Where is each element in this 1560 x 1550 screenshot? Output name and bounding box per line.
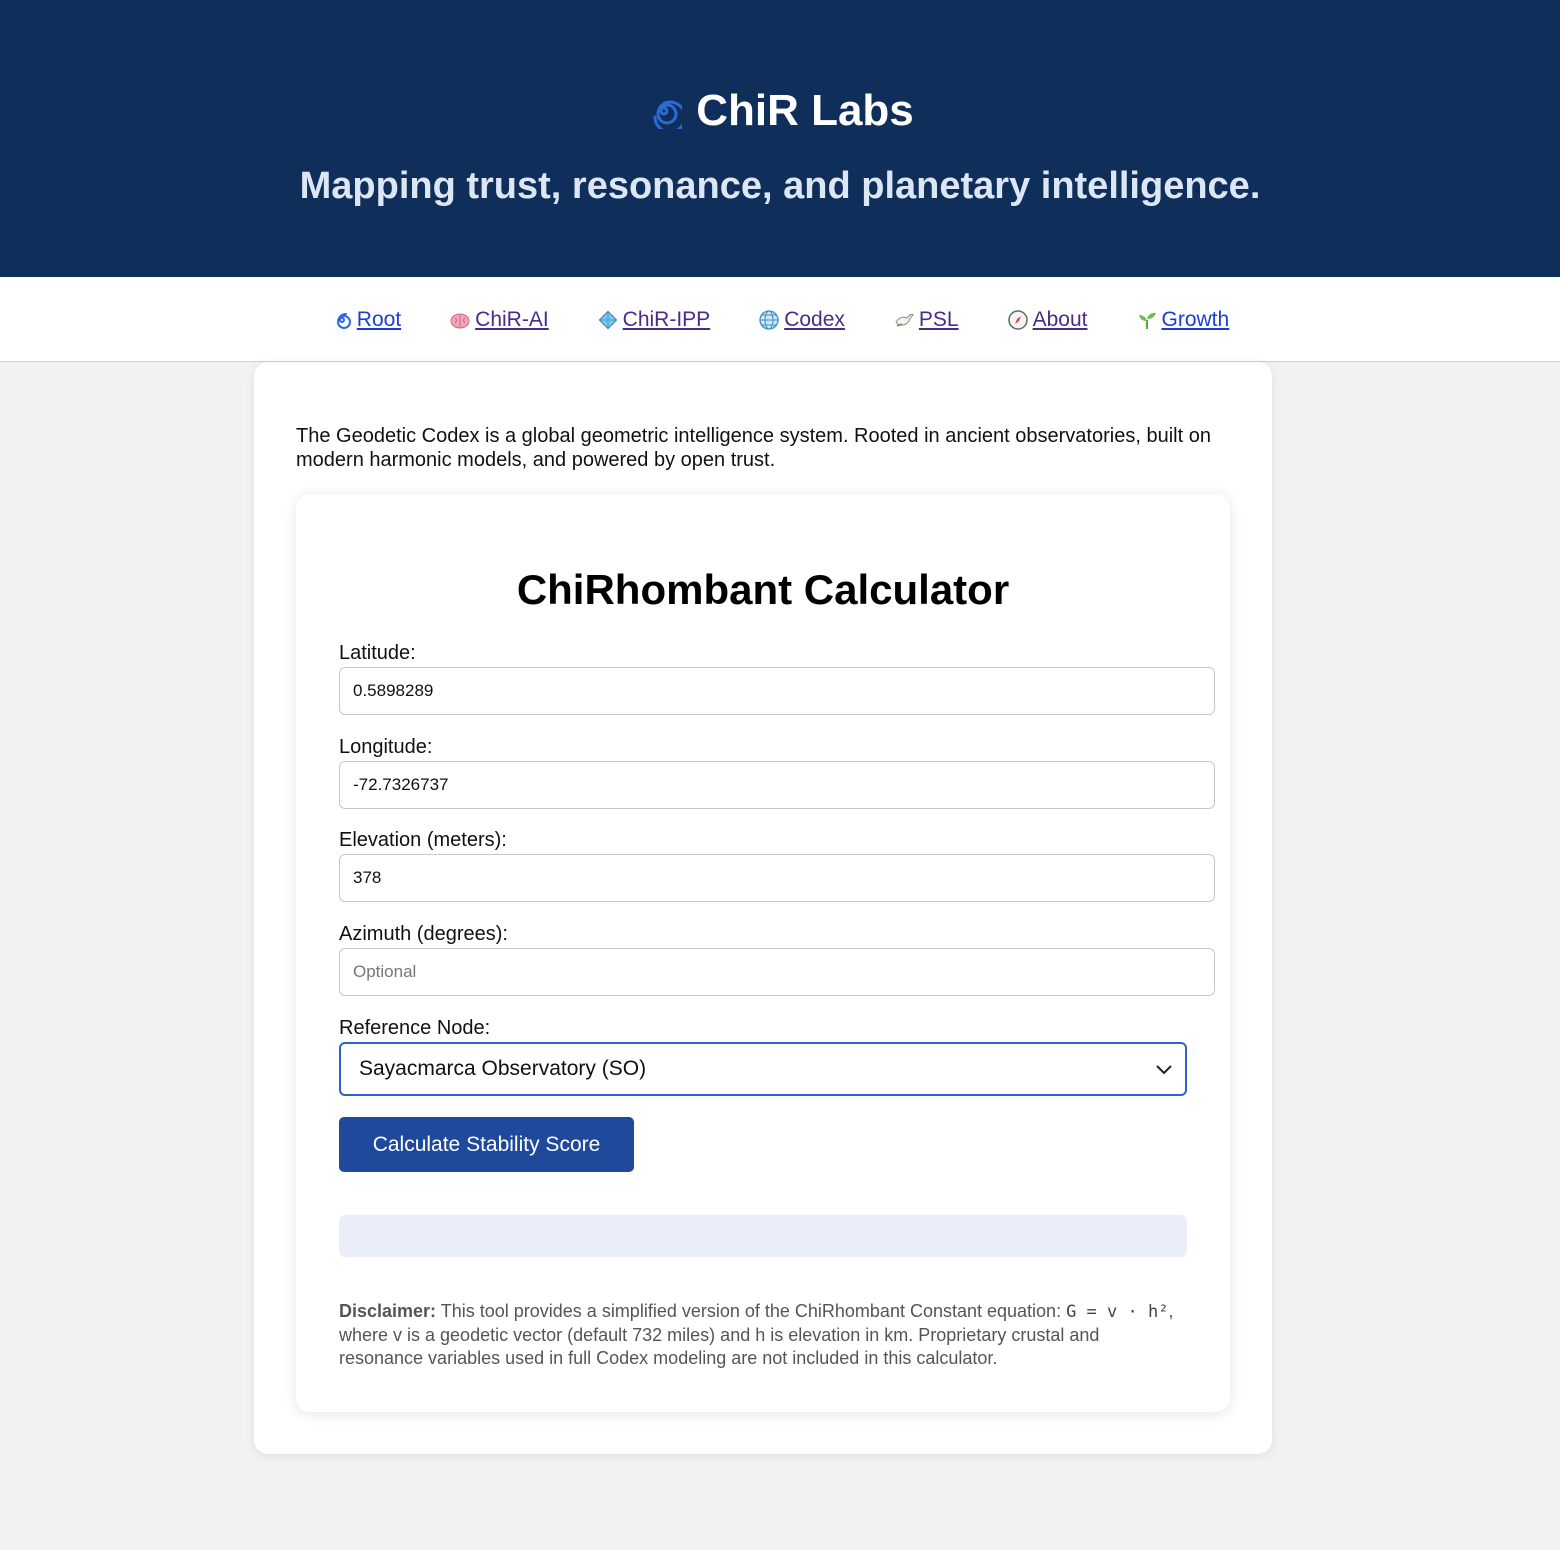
nav-label: About <box>1032 308 1088 331</box>
disclaimer-text-1: This tool provides a simplified version … <box>436 1301 1067 1321</box>
dove-icon <box>895 313 914 327</box>
nav-link-root[interactable]: Root <box>331 308 401 332</box>
disclaimer: Disclaimer: This tool provides a simplif… <box>339 1300 1187 1370</box>
brain-icon <box>450 313 470 329</box>
reference-node-select[interactable]: Sayacmarca Observatory (SO) <box>339 1042 1187 1096</box>
nav-link-chir-ai[interactable]: ChiR-AI <box>449 308 549 332</box>
latitude-input[interactable] <box>339 667 1215 715</box>
result-box <box>339 1215 1187 1257</box>
azimuth-input[interactable] <box>339 948 1215 996</box>
intro-text: The Geodetic Codex is a global geometric… <box>296 425 1211 471</box>
nav-link-growth[interactable]: Growth <box>1136 308 1230 332</box>
globe-icon <box>759 310 779 330</box>
calculate-button[interactable]: Calculate Stability Score <box>339 1117 634 1172</box>
main-panel: The Geodetic Codex is a global geometric… <box>254 362 1272 1454</box>
brand: ChiR Labs <box>646 86 914 136</box>
elevation-label: Elevation (meters): <box>339 829 507 851</box>
disclaimer-equation: G = v · h² <box>1066 1302 1169 1322</box>
nav-label: Root <box>356 308 402 331</box>
azimuth-label: Azimuth (degrees): <box>339 923 508 945</box>
longitude-input[interactable] <box>339 761 1215 809</box>
nav-label: Codex <box>784 308 845 331</box>
elevation-input[interactable] <box>339 854 1215 902</box>
nav-label: ChiR-AI <box>475 308 549 331</box>
main-nav: Root ChiR-AI ChiR-IPP Codex PSL About Gr… <box>0 277 1560 362</box>
diamond-icon <box>598 310 618 330</box>
nav-link-codex[interactable]: Codex <box>758 308 845 332</box>
chevron-down-icon <box>1156 1065 1172 1075</box>
nav-link-about[interactable]: About <box>1007 308 1088 332</box>
reference-node-value: Sayacmarca Observatory (SO) <box>359 1057 647 1080</box>
nav-label: ChiR-IPP <box>622 308 711 331</box>
compass-icon <box>1007 310 1028 330</box>
site-header: ChiR Labs Mapping trust, resonance, and … <box>0 0 1560 277</box>
latitude-label: Latitude: <box>339 642 416 664</box>
nav-label: PSL <box>918 308 959 331</box>
cyclone-icon <box>653 100 683 129</box>
brand-title: ChiR Labs <box>696 86 914 135</box>
nav-label: Growth <box>1161 308 1230 331</box>
reference-node-label: Reference Node: <box>339 1017 491 1039</box>
nav-link-chir-ipp[interactable]: ChiR-IPP <box>597 308 711 332</box>
longitude-label: Longitude: <box>339 736 433 758</box>
seedling-icon <box>1138 312 1156 329</box>
cyclone-icon <box>336 313 351 329</box>
calculator-card: ChiRhombant Calculator Latitude: Longitu… <box>296 494 1230 1412</box>
nav-link-psl[interactable]: PSL <box>893 308 959 332</box>
calculator-title: ChiRhombant Calculator <box>516 566 1010 613</box>
disclaimer-label: Disclaimer: <box>339 1301 437 1321</box>
tagline: Mapping trust, resonance, and planetary … <box>299 165 1261 207</box>
